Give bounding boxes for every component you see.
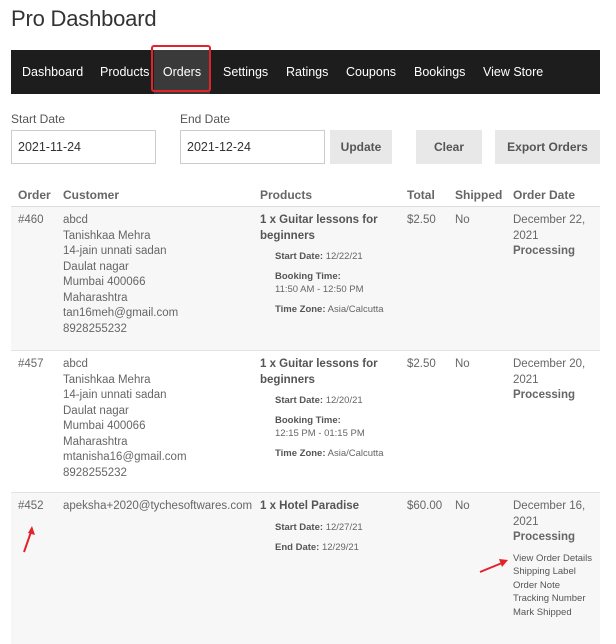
order-date-text: December 20, 2021 [513,358,586,386]
customer-details: abcd Tanishkaa Mehra 14-jain unnati sada… [63,213,253,337]
order-status: Processing [513,245,575,257]
order-total: $2.50 [407,214,436,226]
nav-item-coupons[interactable]: Coupons [346,50,396,94]
column-header-order-date: Order Date [513,188,576,202]
meta-value: Asia/Calcutta [327,448,384,459]
shipped-status: No [455,500,470,512]
shipping-label-link[interactable]: Shipping Label [513,565,599,579]
customer-line: Mumbai 400066 [63,276,146,288]
column-header-total: Total [407,188,435,202]
meta-value: 12:15 PM - 01:15 PM [275,428,365,439]
order-number[interactable]: #460 [18,213,44,229]
meta-label: Start Date: [275,395,324,406]
customer-line: mtanisha16@gmail.com [63,451,187,463]
product-meta: Start Date: 12/27/21 End Date: 12/29/21 [275,521,400,554]
nav-item-settings[interactable]: Settings [223,50,268,94]
customer-line: tan16meh@gmail.com [63,307,179,319]
column-header-shipped: Shipped [455,188,503,202]
order-date: December 22, 2021 Processing [513,213,599,260]
order-total: $60.00 [407,500,443,512]
meta-value: 11:50 AM - 12:50 PM [275,284,364,295]
start-date-label: Start Date [11,112,66,126]
meta-label: Start Date: [275,521,324,533]
meta-label: Booking Time: [275,415,341,426]
meta-label: Time Zone: [275,304,326,315]
customer-line: Mumbai 400066 [63,420,146,432]
product-title: 1 x Guitar lessons for beginners [260,358,378,386]
product-details: 1 x Guitar lessons for beginners Start D… [260,357,400,460]
nav-item-ratings[interactable]: Ratings [286,50,328,94]
meta-label: End Date: [275,541,320,553]
nav-item-orders[interactable]: Orders [154,50,210,94]
customer-line: 14-jain unnati sadan [63,245,167,257]
column-header-products: Products [260,188,313,202]
customer-line: apeksha+2020@tychesoftwares.com [63,500,253,512]
meta-label: Booking Time: [275,271,341,282]
nav-item-products[interactable]: Products [100,50,149,94]
product-meta: Start Date: 12/22/21 Booking Time: 11:50… [275,250,400,316]
order-date-text: December 16, 2021 [513,500,586,528]
order-status: Processing [513,389,575,401]
order-status: Processing [513,531,575,543]
customer-line: abcd [63,214,88,226]
orders-table-header: Order Customer Products Total Shipped Or… [11,181,600,207]
clear-button[interactable]: Clear [416,130,482,164]
order-date-text: December 22, 2021 [513,214,586,242]
view-order-details-link[interactable]: View Order Details [513,552,599,566]
dashboard-nav: Dashboard Products Orders Settings Ratin… [11,50,600,94]
customer-line: 8928255232 [63,322,127,335]
customer-line: Maharashtra [63,291,128,304]
page-title: Pro Dashboard [11,6,157,31]
meta-value: 12/22/21 [325,251,363,262]
start-date-input[interactable] [11,130,156,164]
product-details: 1 x Hotel Paradise Start Date: 12/27/21 … [260,499,400,554]
tracking-number-link[interactable]: Tracking Number [513,592,599,606]
meta-value: Asia/Calcutta [327,304,384,315]
product-title: 1 x Hotel Paradise [260,500,360,512]
customer-line: 14-jain unnati sadan [63,389,167,401]
nav-item-dashboard[interactable]: Dashboard [22,50,83,94]
meta-value: 12/20/21 [325,395,363,406]
shipped-status: No [455,214,470,226]
customer-line: Tanishkaa Mehra [63,373,151,386]
table-row: #457 abcd Tanishkaa Mehra 14-jain unnati… [11,351,600,493]
order-total: $2.50 [407,358,436,370]
end-date-label: End Date [180,112,231,126]
order-date: December 20, 2021 Processing [513,357,599,404]
product-title: 1 x Guitar lessons for beginners [260,214,378,242]
shipped-status: No [455,358,470,370]
column-header-customer: Customer [63,188,120,202]
customer-line: abcd [63,358,88,370]
end-date-input[interactable] [180,130,325,164]
order-date: December 16, 2021 Processing View Order … [513,499,599,619]
meta-label: Time Zone: [275,448,326,459]
order-note-link[interactable]: Order Note [513,579,599,593]
customer-details: abcd Tanishkaa Mehra 14-jain unnati sada… [63,357,253,481]
table-row: #460 abcd Tanishkaa Mehra 14-jain unnati… [11,207,600,351]
product-details: 1 x Guitar lessons for beginners Start D… [260,213,400,316]
nav-item-view-store[interactable]: View Store [483,50,543,94]
product-meta: Start Date: 12/20/21 Booking Time: 12:15… [275,394,400,460]
mark-shipped-link[interactable]: Mark Shipped [513,606,599,620]
order-number[interactable]: #452 [18,499,44,515]
table-row: #452 apeksha+2020@tychesoftwares.com 1 x… [11,493,600,644]
meta-value: 12/27/21 [325,521,363,533]
order-number[interactable]: #457 [18,357,44,373]
customer-line: Tanishkaa Mehra [63,229,151,242]
meta-value: 12/29/21 [321,541,359,553]
export-orders-button[interactable]: Export Orders [495,130,600,164]
customer-line: Maharashtra [63,435,128,448]
customer-details: apeksha+2020@tychesoftwares.com [63,499,253,515]
update-button[interactable]: Update [330,130,392,164]
order-actions: View Order Details Shipping Label Order … [513,552,599,620]
column-header-order: Order [18,188,51,202]
customer-line: 8928255232 [63,466,127,479]
customer-line: Daulat nagar [63,260,129,273]
meta-label: Start Date: [275,251,324,262]
nav-item-bookings[interactable]: Bookings [414,50,465,94]
customer-line: Daulat nagar [63,404,129,417]
